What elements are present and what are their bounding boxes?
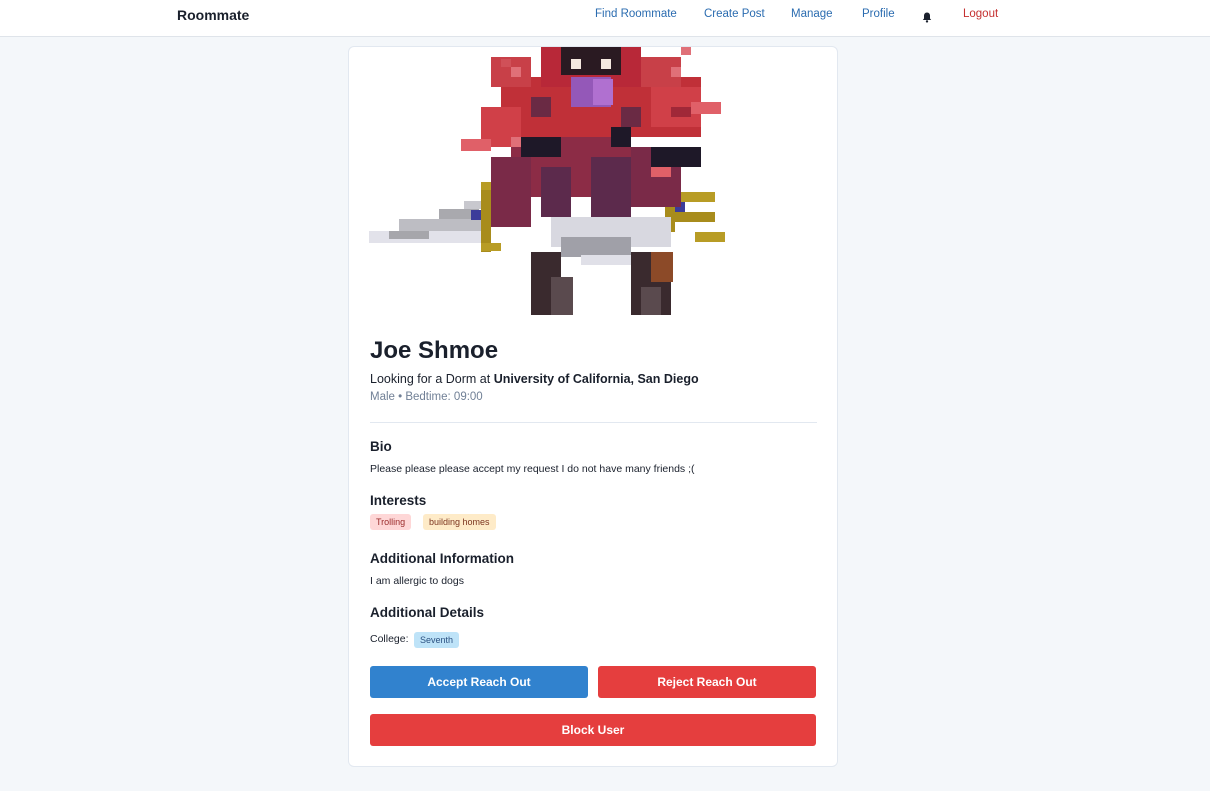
additional-info-text: I am allergic to dogs	[370, 575, 464, 587]
additional-details-title: Additional Details	[370, 605, 485, 620]
bio-title: Bio	[370, 439, 392, 454]
college-tag: Seventh	[414, 632, 460, 648]
profile-card: Joe Shmoe Looking for a Dorm at Universi…	[348, 46, 838, 767]
additional-info-title: Additional Information	[370, 551, 514, 566]
interest-tag: building homes	[423, 514, 496, 530]
navbar: Roommate Find Roommate Create Post Manag…	[0, 0, 1210, 37]
nav-create-post[interactable]: Create Post	[704, 8, 765, 20]
reject-reach-out-button[interactable]: Reject Reach Out	[598, 666, 816, 698]
looking-prefix: Looking for a Dorm at	[370, 372, 491, 386]
nav-logout[interactable]: Logout	[963, 8, 998, 20]
bell-icon[interactable]	[922, 10, 932, 23]
college-label: College:	[370, 633, 409, 645]
block-user-button[interactable]: Block User	[370, 714, 816, 746]
looking-for-text: Looking for a Dorm at University of Cali…	[370, 372, 699, 386]
interest-tag: Trolling	[370, 514, 412, 530]
profile-meta: Male • Bedtime: 09:00	[370, 391, 483, 403]
pixel-art-avatar	[369, 47, 818, 315]
nav-manage[interactable]: Manage	[791, 8, 833, 20]
nav-find-roommate[interactable]: Find Roommate	[595, 8, 677, 20]
brand-logo[interactable]: Roommate	[177, 7, 249, 23]
bio-text: Please please please accept my request I…	[370, 463, 695, 475]
accept-reach-out-button[interactable]: Accept Reach Out	[370, 666, 588, 698]
nav-profile[interactable]: Profile	[862, 8, 895, 20]
divider	[370, 422, 817, 423]
interests-title: Interests	[370, 493, 427, 508]
university-name: University of California, San Diego	[493, 372, 699, 386]
profile-name: Joe Shmoe	[370, 337, 499, 364]
